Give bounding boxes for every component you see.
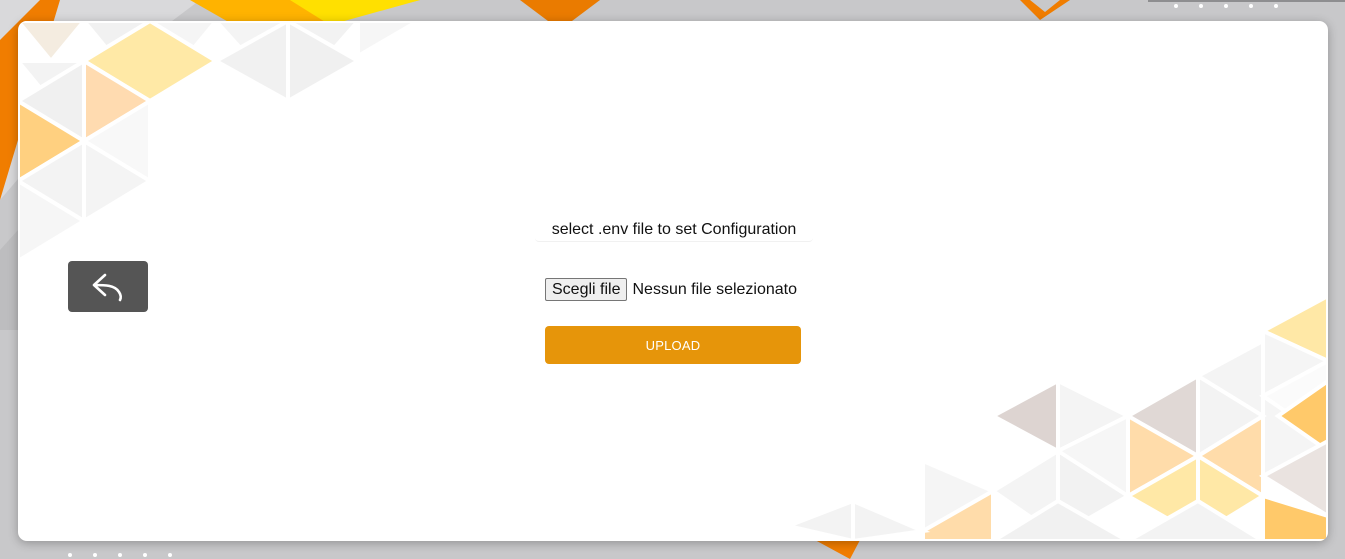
reply-arrow-icon [92,273,122,301]
file-status-text: Nessun file selezionato [632,280,798,298]
back-button[interactable] [68,261,148,312]
file-input[interactable]: Scegli file Nessun file selezionato [545,278,801,301]
upload-button[interactable]: UPLOAD [545,326,801,364]
configuration-card: select .env file to set Configuration Sc… [18,21,1328,541]
form-title: select .env file to set Configuration [535,217,813,242]
upload-form: select .env file to set Configuration Sc… [535,217,813,364]
choose-file-button[interactable]: Scegli file [545,278,628,301]
